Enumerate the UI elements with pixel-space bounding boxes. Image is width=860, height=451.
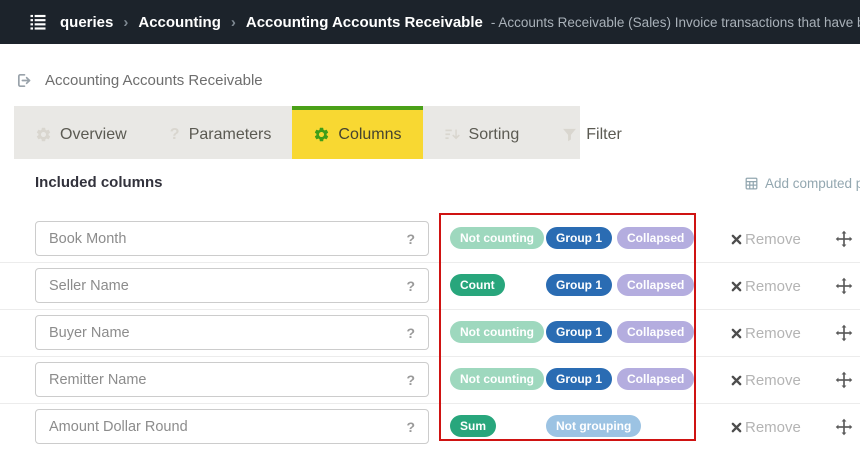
tab-parameters[interactable]: ? Parameters <box>148 106 293 159</box>
badge-collapsed: Collapsed <box>617 368 694 390</box>
column-field-input[interactable]: Book Month ? <box>35 221 429 256</box>
move-handle-icon[interactable] <box>835 418 853 436</box>
badge-group: Sum Not grouping <box>450 415 646 437</box>
sort-icon <box>444 126 461 143</box>
move-handle-icon[interactable] <box>835 324 853 342</box>
remove-x-icon <box>731 422 742 433</box>
badge-group-1: Group 1 <box>546 227 612 249</box>
remove-label: Remove <box>745 325 801 342</box>
breadcrumb-accounting[interactable]: Accounting <box>138 14 221 31</box>
remove-label: Remove <box>745 419 801 436</box>
column-name: Buyer Name <box>49 325 130 341</box>
badge-group: Not counting Group 1 Collapsed <box>450 227 699 249</box>
included-columns-heading: Included columns <box>35 174 163 191</box>
badge-collapsed: Collapsed <box>617 227 694 249</box>
badge-sum: Sum <box>450 415 496 437</box>
badge-not-counting: Not counting <box>450 227 544 249</box>
column-row: Amount Dollar Round ? Sum Not grouping R… <box>0 404 860 451</box>
help-icon[interactable]: ? <box>406 231 415 247</box>
move-handle-icon[interactable] <box>835 371 853 389</box>
breadcrumb: queries › Accounting › Accounting Accoun… <box>60 14 483 31</box>
remove-label: Remove <box>745 372 801 389</box>
tab-bar: Overview ? Parameters Columns Sorting Fi… <box>14 106 580 159</box>
tab-sorting[interactable]: Sorting <box>423 106 541 159</box>
included-columns-list: Book Month ? Not counting Group 1 Collap… <box>0 216 860 451</box>
help-icon[interactable]: ? <box>406 372 415 388</box>
export-icon[interactable] <box>16 72 33 89</box>
add-computed-property-button[interactable]: Add computed prop <box>744 176 860 191</box>
column-row: Buyer Name ? Not counting Group 1 Collap… <box>0 310 860 357</box>
page-title: Accounting Accounts Receivable <box>45 72 263 89</box>
help-icon[interactable]: ? <box>406 419 415 435</box>
remove-x-icon <box>731 281 742 292</box>
tab-label: Parameters <box>189 126 272 144</box>
move-handle-icon[interactable] <box>835 230 853 248</box>
remove-label: Remove <box>745 231 801 248</box>
remove-label: Remove <box>745 278 801 295</box>
move-handle-icon[interactable] <box>835 277 853 295</box>
column-field-input[interactable]: Seller Name ? <box>35 268 429 303</box>
badge-group-1: Group 1 <box>546 321 612 343</box>
badge-group: Not counting Group 1 Collapsed <box>450 368 699 390</box>
tab-label: Columns <box>338 126 401 144</box>
column-name: Amount Dollar Round <box>49 419 188 435</box>
badge-not-counting: Not counting <box>450 368 544 390</box>
help-icon[interactable]: ? <box>406 278 415 294</box>
remove-button[interactable]: Remove <box>731 372 801 389</box>
remove-button[interactable]: Remove <box>731 325 801 342</box>
menu-list-icon[interactable] <box>28 12 48 32</box>
remove-button[interactable]: Remove <box>731 278 801 295</box>
remove-button[interactable]: Remove <box>731 231 801 248</box>
tab-label: Overview <box>60 126 127 144</box>
filter-icon <box>561 126 578 143</box>
badge-group-1: Group 1 <box>546 368 612 390</box>
badge-group: Not counting Group 1 Collapsed <box>450 321 699 343</box>
tab-label: Filter <box>586 126 622 144</box>
breadcrumb-separator-icon: › <box>123 14 128 31</box>
cogs-icon <box>313 126 330 143</box>
cogs-icon <box>35 126 52 143</box>
remove-x-icon <box>731 234 742 245</box>
tab-filter[interactable]: Filter <box>540 106 643 159</box>
column-row: Book Month ? Not counting Group 1 Collap… <box>0 216 860 263</box>
help-icon[interactable]: ? <box>406 325 415 341</box>
badge-group-1: Group 1 <box>546 274 612 296</box>
breadcrumb-current-query[interactable]: Accounting Accounts Receivable <box>246 14 483 31</box>
question-icon: ? <box>169 126 181 144</box>
page-header: Accounting Accounts Receivable <box>16 72 263 89</box>
column-field-input[interactable]: Buyer Name ? <box>35 315 429 350</box>
badge-collapsed: Collapsed <box>617 274 694 296</box>
column-name: Book Month <box>49 231 126 247</box>
column-field-input[interactable]: Amount Dollar Round ? <box>35 409 429 444</box>
badge-count: Count <box>450 274 505 296</box>
tab-label: Sorting <box>469 126 520 144</box>
remove-x-icon <box>731 375 742 386</box>
breadcrumb-queries[interactable]: queries <box>60 14 113 31</box>
remove-x-icon <box>731 328 742 339</box>
add-computed-label: Add computed prop <box>765 176 860 191</box>
calculator-icon <box>744 176 759 191</box>
column-name: Remitter Name <box>49 372 147 388</box>
column-name: Seller Name <box>49 278 129 294</box>
column-row: Seller Name ? Count Group 1 Collapsed Re… <box>0 263 860 310</box>
badge-not-grouping: Not grouping <box>546 415 641 437</box>
tab-overview[interactable]: Overview <box>14 106 148 159</box>
breadcrumb-separator-icon: › <box>231 14 236 31</box>
tab-columns[interactable]: Columns <box>292 106 422 159</box>
badge-group: Count Group 1 Collapsed <box>450 274 699 296</box>
query-description: - Accounts Receivable (Sales) Invoice tr… <box>491 15 860 30</box>
remove-button[interactable]: Remove <box>731 419 801 436</box>
column-row: Remitter Name ? Not counting Group 1 Col… <box>0 357 860 404</box>
badge-not-counting: Not counting <box>450 321 544 343</box>
top-navigation-bar: queries › Accounting › Accounting Accoun… <box>0 0 860 44</box>
column-field-input[interactable]: Remitter Name ? <box>35 362 429 397</box>
badge-collapsed: Collapsed <box>617 321 694 343</box>
